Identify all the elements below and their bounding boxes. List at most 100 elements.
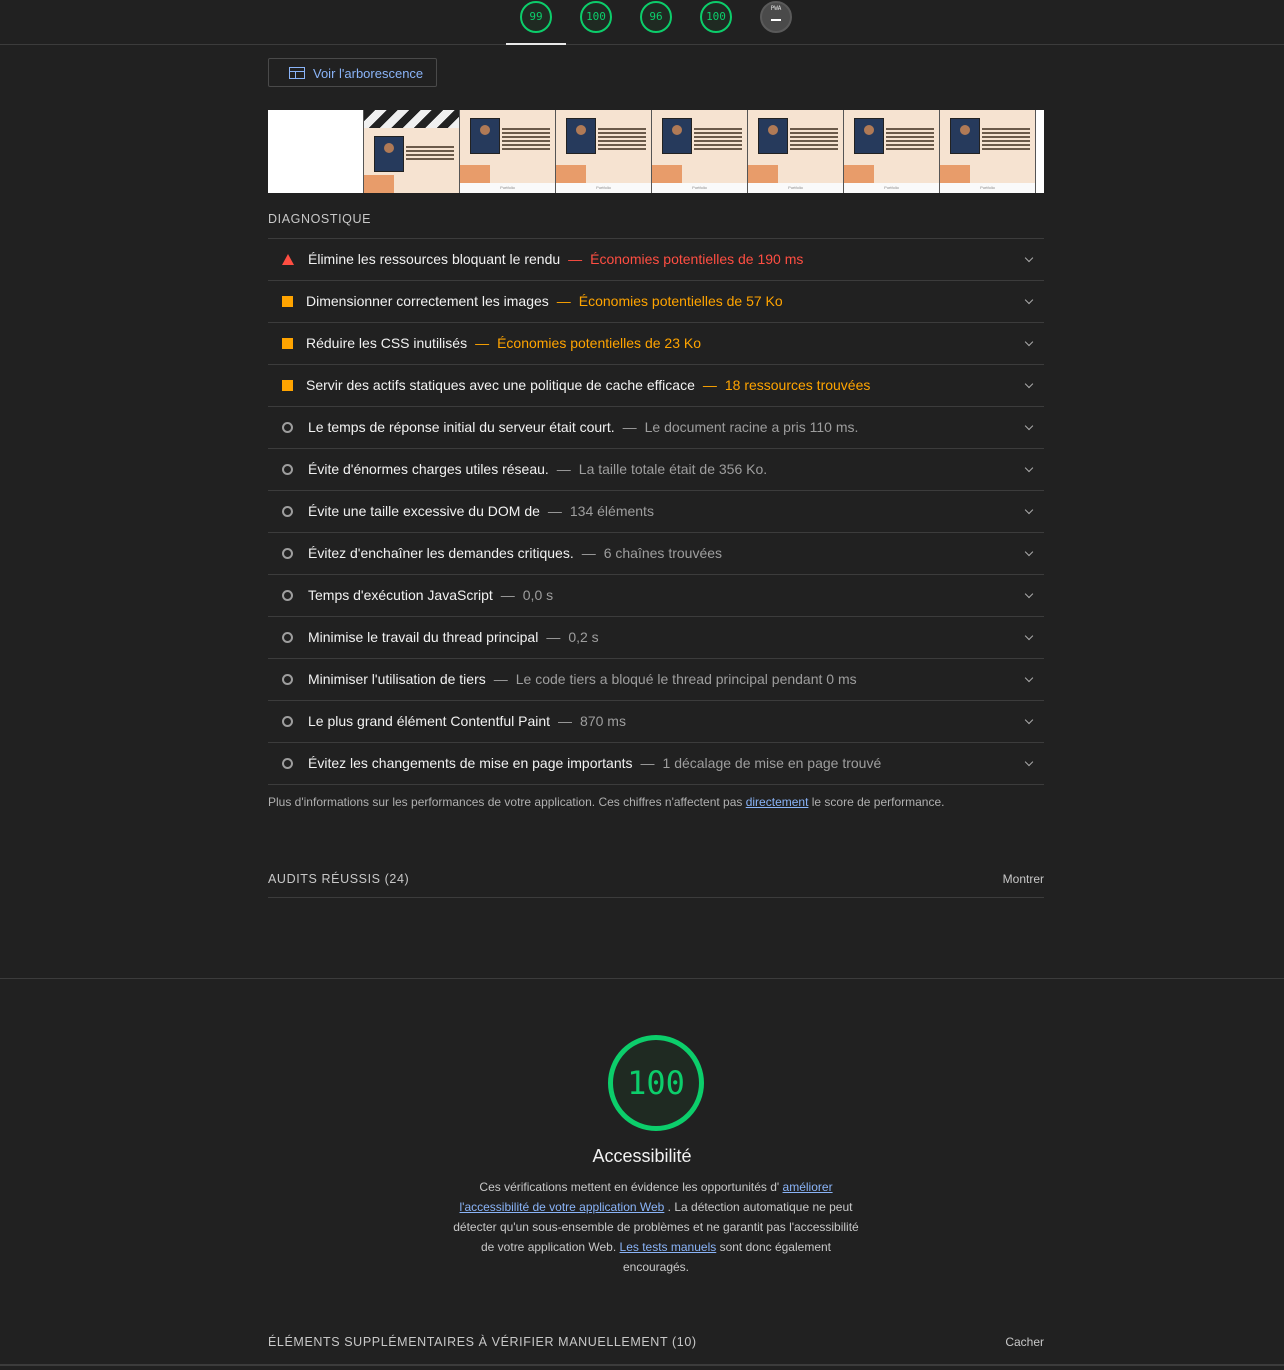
diagnostic-text: Évite une taille excessive du DOM de — 134… bbox=[308, 491, 654, 532]
performance-score-value: 99 bbox=[529, 10, 543, 23]
diagnostic-row[interactable]: Dimensionner correctement les images — Éco… bbox=[268, 281, 1044, 323]
fail-triangle-icon bbox=[282, 254, 294, 265]
pwa-badge-gauge[interactable]: PWA bbox=[760, 1, 792, 33]
chevron-down-icon[interactable] bbox=[1024, 463, 1034, 473]
seo-score-value: 100 bbox=[706, 10, 726, 23]
diagnostic-text: Le plus grand élément Contentful Paint — 8… bbox=[308, 701, 626, 742]
frame-text-lines bbox=[502, 128, 550, 152]
frame-text-lines bbox=[982, 128, 1030, 152]
diagnostic-row[interactable]: Évitez les changements de mise en page i… bbox=[268, 743, 1044, 785]
diagnostic-title: Évitez d'enchaîner les demandes critique… bbox=[308, 545, 574, 561]
diagnostic-title: Réduire les CSS inutilisés bbox=[306, 335, 468, 351]
diagnostic-text: Minimise le travail du thread principal —… bbox=[308, 617, 599, 658]
diagnostic-title: Évite une taille excessive du DOM de bbox=[308, 503, 540, 519]
frame-text-lines bbox=[790, 128, 838, 152]
diagnostic-title: Évite d'énormes charges utiles réseau. bbox=[308, 461, 549, 477]
best-practices-score-gauge[interactable]: 96 bbox=[640, 1, 672, 33]
diagnostic-value: 0,0 s bbox=[522, 587, 554, 603]
frame-photo bbox=[758, 118, 788, 154]
info-circle-icon bbox=[282, 716, 293, 727]
chevron-down-icon[interactable] bbox=[1024, 253, 1034, 263]
chevron-down-icon[interactable] bbox=[1024, 547, 1034, 557]
diagnostic-row[interactable]: Le plus grand élément Contentful Paint — 8… bbox=[268, 701, 1044, 743]
accessibility-description: Ces vérifications mettent en évidence le… bbox=[452, 1177, 860, 1277]
diagnostic-row[interactable]: Réduire les CSS inutilisés — Économies pot… bbox=[268, 323, 1044, 365]
best-practices-score-value: 96 bbox=[649, 10, 663, 23]
manual-checks-row[interactable]: ÉLÉMENTS SUPPLÉMENTAIRES À VÉRIFIER MANU… bbox=[268, 1334, 1044, 1358]
diagnostic-row[interactable]: Élimine les ressources bloquant le rendu… bbox=[268, 239, 1044, 281]
active-tab-indicator bbox=[506, 43, 566, 45]
filmstrip-frame bbox=[364, 110, 460, 193]
chevron-down-icon[interactable] bbox=[1024, 757, 1034, 767]
diagnostic-value: Économies potentielles de 23 Ko bbox=[497, 335, 701, 351]
filmstrip-frame: Portfolio bbox=[556, 110, 652, 193]
desc-text-1: Ces vérifications mettent en évidence le… bbox=[479, 1180, 783, 1194]
average-square-icon bbox=[282, 338, 293, 349]
diagnostic-value: 1 décalage de mise en page trouvé bbox=[662, 755, 882, 771]
diagnostic-text: Évitez les changements de mise en page i… bbox=[308, 743, 881, 784]
treemap-icon bbox=[289, 67, 305, 79]
passed-audits-toggle[interactable]: Montrer bbox=[1003, 872, 1044, 886]
diagnostic-text: Servir des actifs statiques avec une pol… bbox=[306, 365, 870, 406]
passed-audits-label: AUDITS RÉUSSIS (24) bbox=[268, 872, 410, 886]
chevron-down-icon[interactable] bbox=[1024, 337, 1034, 347]
accessibility-score: 100 bbox=[627, 1064, 685, 1102]
diagnostic-row[interactable]: Temps d'exécution JavaScript — 0,0 s bbox=[268, 575, 1044, 617]
category-divider bbox=[0, 978, 1284, 979]
diagnostic-row[interactable]: Minimise le travail du thread principal —… bbox=[268, 617, 1044, 659]
chevron-down-icon[interactable] bbox=[1024, 715, 1034, 725]
chevron-down-icon[interactable] bbox=[1024, 505, 1034, 515]
diagnostic-text: Réduire les CSS inutilisés — Économies pot… bbox=[306, 323, 701, 364]
chevron-down-icon[interactable] bbox=[1024, 295, 1034, 305]
diagnostic-row[interactable]: Évite une taille excessive du DOM de — 134… bbox=[268, 491, 1044, 533]
diagnostics-heading: DIAGNOSTIQUE bbox=[268, 212, 372, 226]
performance-score-gauge[interactable]: 99 bbox=[520, 1, 552, 33]
info-circle-icon bbox=[282, 590, 293, 601]
chevron-down-icon[interactable] bbox=[1024, 673, 1034, 683]
frame-text-lines bbox=[598, 128, 646, 152]
diagnostic-value: Économies potentielles de 190 ms bbox=[590, 251, 804, 267]
chevron-down-icon[interactable] bbox=[1024, 421, 1034, 431]
chevron-down-icon[interactable] bbox=[1024, 589, 1034, 599]
diagnostic-value: Économies potentielles de 57 Ko bbox=[578, 293, 783, 309]
diagnostic-row[interactable]: Évitez d'enchaîner les demandes critique… bbox=[268, 533, 1044, 575]
diagnostic-value: 6 chaînes trouvées bbox=[603, 545, 723, 561]
manual-checks-toggle[interactable]: Cacher bbox=[1005, 1335, 1044, 1349]
filmstrip-frame: Portfolio bbox=[460, 110, 556, 193]
diagnostic-value: 134 éléments bbox=[569, 503, 654, 519]
frame-footer: Portfolio bbox=[556, 183, 651, 193]
diagnostic-title: Le plus grand élément Contentful Paint bbox=[308, 713, 551, 729]
frame-photo bbox=[854, 118, 884, 154]
frame-photo bbox=[662, 118, 692, 154]
frame-footer: Portfolio bbox=[748, 183, 843, 193]
accessibility-score-gauge[interactable]: 100 bbox=[580, 1, 612, 33]
view-treemap-button[interactable]: Voir l'arborescence bbox=[268, 58, 437, 87]
note-link[interactable]: directement bbox=[746, 795, 809, 809]
bottom-divider bbox=[0, 1364, 1284, 1366]
diagnostic-value: 870 ms bbox=[580, 713, 626, 729]
accessibility-score-value: 100 bbox=[586, 10, 606, 23]
diagnostic-title: Minimiser l'utilisation de tiers bbox=[308, 671, 486, 687]
chevron-down-icon[interactable] bbox=[1024, 379, 1034, 389]
diagnostic-row[interactable]: Servir des actifs statiques avec une pol… bbox=[268, 365, 1044, 407]
manual-tests-link[interactable]: Les tests manuels bbox=[620, 1240, 717, 1254]
diagnostic-value: 0,2 s bbox=[568, 629, 599, 645]
diagnostic-title: Temps d'exécution JavaScript bbox=[308, 587, 493, 603]
diagnostic-title: Servir des actifs statiques avec une pol… bbox=[306, 377, 695, 393]
frame-text-lines bbox=[694, 128, 742, 152]
diagnostic-separator: — bbox=[556, 293, 571, 309]
info-circle-icon bbox=[282, 506, 293, 517]
diagnostic-row[interactable]: Minimiser l'utilisation de tiers — Le code… bbox=[268, 659, 1044, 701]
diagnostic-separator: — bbox=[556, 461, 571, 477]
diagnostic-separator: — bbox=[622, 419, 637, 435]
diagnostic-row[interactable]: Évite d'énormes charges utiles réseau. — L… bbox=[268, 449, 1044, 491]
diagnostic-text: Dimensionner correctement les images — Éco… bbox=[306, 281, 783, 322]
info-circle-icon bbox=[282, 464, 293, 475]
diagnostic-value: La taille totale était de 356 Ko. bbox=[578, 461, 768, 477]
passed-audits-row[interactable]: AUDITS RÉUSSIS (24) Montrer bbox=[268, 870, 1044, 898]
seo-score-gauge[interactable]: 100 bbox=[700, 1, 732, 33]
diagnostics-list: Élimine les ressources bloquant le rendu… bbox=[268, 238, 1044, 785]
chevron-down-icon[interactable] bbox=[1024, 631, 1034, 641]
average-square-icon bbox=[282, 380, 293, 391]
diagnostic-row[interactable]: Le temps de réponse initial du serveur é… bbox=[268, 407, 1044, 449]
